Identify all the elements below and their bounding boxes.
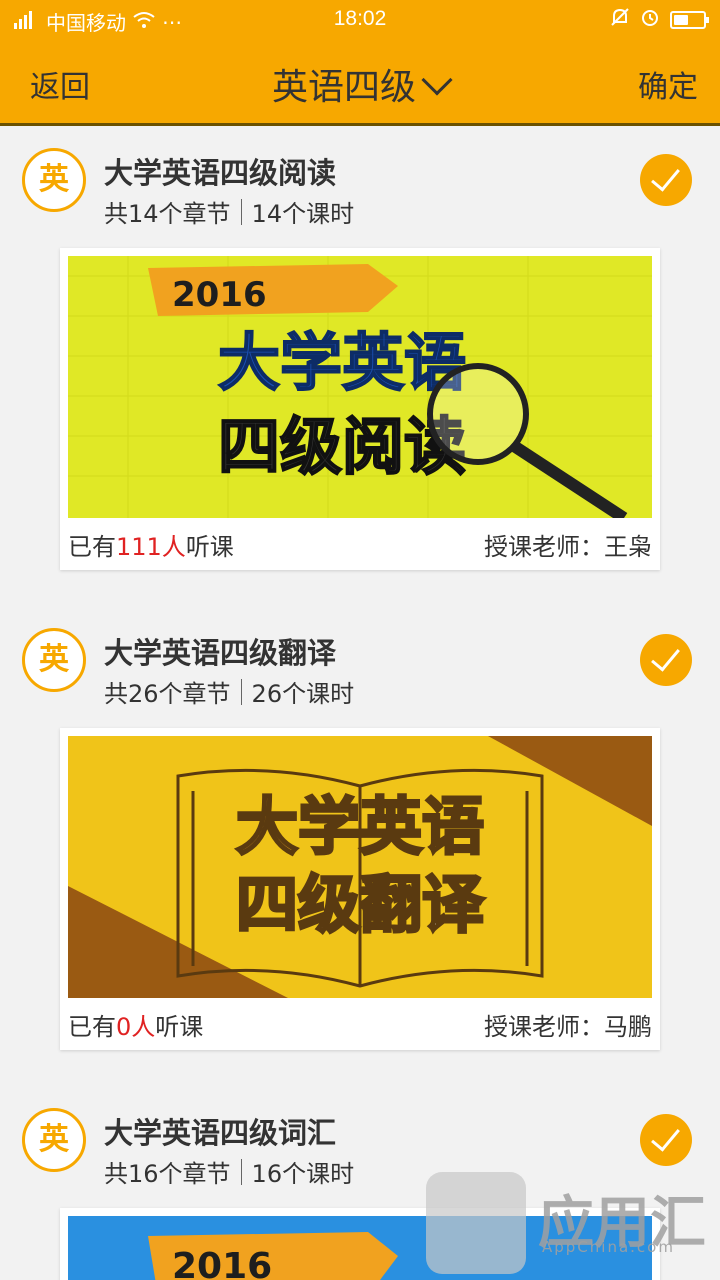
nav-bar: 返回 英语四级 确定 [0, 38, 720, 126]
divider [240, 198, 242, 225]
selected-check-icon[interactable] [640, 154, 692, 206]
listener-count: 已有111人听课 [68, 532, 234, 561]
banner-line2: 四级翻译 [236, 868, 485, 941]
alarm-icon [640, 7, 660, 32]
divider [240, 1158, 242, 1185]
course-card[interactable]: 2016 大学英语 四级阅读 已有111人听课 授课老师：王枭 [60, 248, 660, 570]
lesson-count: 14个课时 [251, 200, 355, 228]
course-info: 共14个章节 14个课时 [104, 194, 354, 229]
course-meta: 已有111人听课 授课老师：王枭 [68, 524, 652, 564]
watermark-logo-icon [426, 1172, 526, 1274]
watermark-site: AppChina.com [542, 1238, 675, 1256]
banner-line1: 大学英语 [236, 790, 484, 863]
confirm-button[interactable]: 确定 [638, 62, 698, 106]
lesson-count: 16个课时 [251, 1160, 355, 1188]
banner-line1: 大学英语 [218, 326, 466, 399]
chapter-count: 共14个章节 [104, 200, 231, 228]
lesson-count: 26个课时 [251, 680, 355, 708]
teacher-name: 授课老师：王枭 [484, 532, 652, 561]
mute-icon [610, 7, 630, 32]
course-meta: 已有0人听课 授课老师：马鹏 [68, 1004, 652, 1044]
course-info: 共26个章节 26个课时 [104, 674, 354, 709]
battery-icon [670, 10, 709, 29]
subject-badge: 英 [22, 1108, 86, 1172]
banner-year: 2016 [172, 275, 267, 315]
course-title: 大学英语四级翻译 [104, 636, 337, 670]
status-bar: 中国移动 ⋯ 18:02 [0, 0, 720, 38]
banner-year: 2016 [172, 1246, 272, 1280]
subject-selector[interactable]: 英语四级 [0, 58, 720, 110]
divider [240, 678, 242, 705]
selected-check-icon[interactable] [640, 634, 692, 686]
subject-badge: 英 [22, 628, 86, 692]
appchina-watermark: 应用汇 AppChina.com [422, 1158, 720, 1280]
course-banner: 2016 大学英语 四级阅读 [68, 256, 652, 518]
chapter-count: 共16个章节 [104, 1160, 231, 1188]
page-title: 英语四级 [271, 67, 416, 108]
course-info: 共16个章节 16个课时 [104, 1154, 354, 1189]
teacher-name: 授课老师：马鹏 [484, 1012, 652, 1041]
course-title: 大学英语四级阅读 [104, 156, 337, 190]
subject-badge: 英 [22, 148, 86, 212]
course-banner: 大学英语 四级翻译 [68, 736, 652, 998]
listener-count: 已有0人听课 [68, 1012, 204, 1041]
chapter-count: 共26个章节 [104, 680, 231, 708]
course-title: 大学英语四级词汇 [104, 1116, 337, 1150]
course-card[interactable]: 大学英语 四级翻译 已有0人听课 授课老师：马鹏 [60, 728, 660, 1050]
chevron-down-icon [421, 64, 453, 96]
